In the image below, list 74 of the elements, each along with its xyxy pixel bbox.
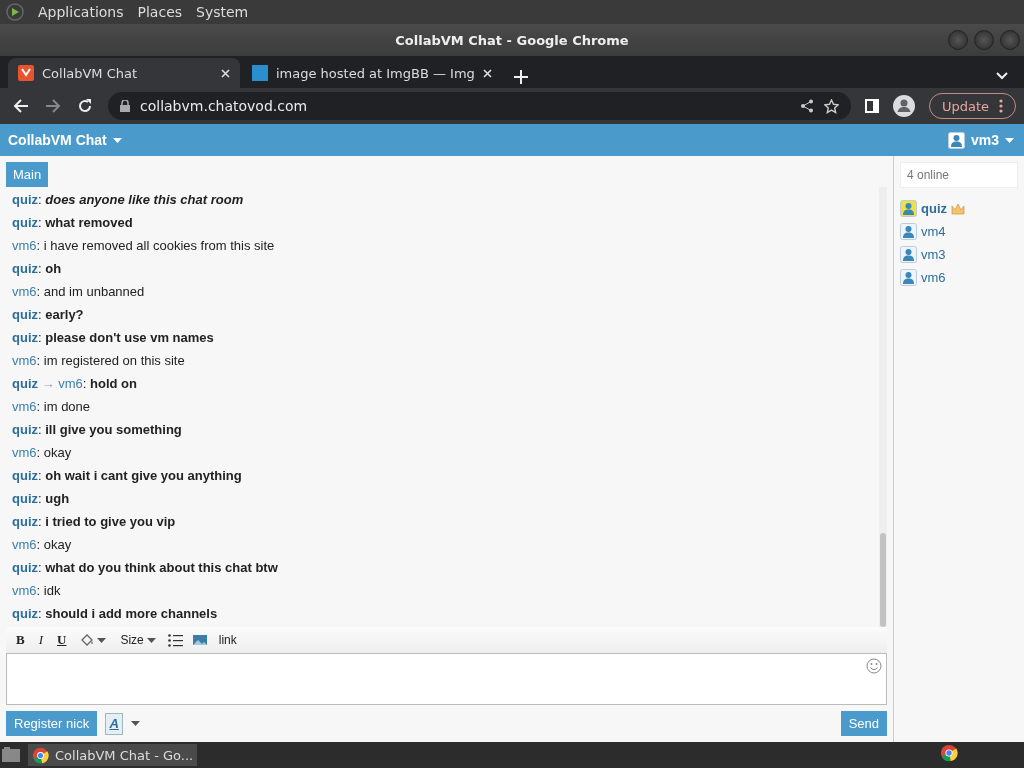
caret-icon xyxy=(146,637,156,643)
chat-message: vm6: i have removed all cookies from this site xyxy=(12,237,276,255)
online-user[interactable]: vm3 xyxy=(900,246,1018,263)
menu-logo-icon[interactable] xyxy=(6,3,24,21)
scrollbar[interactable] xyxy=(879,187,887,627)
user-avatar-icon xyxy=(900,200,917,217)
chat-message: quiz: does anyone like this chat room xyxy=(12,191,245,209)
link-button[interactable]: link xyxy=(216,633,239,647)
chat-message: quiz: please don't use vm names xyxy=(12,329,215,347)
user-avatar-icon xyxy=(900,246,917,263)
new-tab-icon[interactable] xyxy=(513,70,528,84)
font-style-button[interactable]: A xyxy=(105,712,124,735)
size-button[interactable]: Size xyxy=(118,633,158,647)
caret-icon xyxy=(1005,137,1014,143)
tab-list-icon[interactable] xyxy=(996,72,1008,80)
tab-favicon-icon xyxy=(18,65,34,81)
window-title: CollabVM Chat - Google Chrome xyxy=(395,32,629,48)
chrome-tray-icon xyxy=(940,744,958,762)
user-avatar-icon xyxy=(900,269,917,286)
chrome-icon xyxy=(32,746,49,764)
chat-message: quiz: oh wait i cant give you anything xyxy=(12,467,243,485)
online-count: 4 online xyxy=(900,162,1018,188)
caret-icon xyxy=(112,137,122,143)
chat-message: quiz: what removed xyxy=(12,214,134,232)
chat-message: vm6: and im unbanned xyxy=(12,283,146,301)
chat-message: vm6: idk xyxy=(12,582,62,600)
chat-message: quiz: what do you think about this chat btw xyxy=(12,559,279,577)
user-avatar-icon xyxy=(900,223,917,240)
crown-icon xyxy=(951,202,965,215)
panel-menu[interactable]: Applications xyxy=(38,4,124,20)
back-icon[interactable] xyxy=(12,97,30,115)
message-input[interactable] xyxy=(6,653,887,705)
chat-message: quiz: oh xyxy=(12,260,63,278)
list-icon[interactable] xyxy=(167,633,183,647)
chat-message: quiz → vm6: hold on xyxy=(12,375,138,393)
address-bar[interactable]: collabvm.chatovod.com xyxy=(108,92,851,120)
underline-button[interactable]: U xyxy=(55,632,69,648)
chat-message: vm6: okay xyxy=(12,444,73,462)
more-icon xyxy=(999,99,1003,113)
italic-button[interactable]: I xyxy=(36,632,45,648)
share-icon[interactable] xyxy=(799,99,814,113)
browser-tab[interactable]: image hosted at ImgBB — Img xyxy=(242,58,502,88)
online-user[interactable]: vm6 xyxy=(900,269,1018,286)
paint-bucket-icon xyxy=(80,633,95,647)
chat-message: quiz: ugh xyxy=(12,490,71,508)
side-panel-icon[interactable] xyxy=(864,99,879,113)
chat-message: quiz: should i add more channels xyxy=(12,605,219,623)
browser-tab[interactable]: CollabVM Chat xyxy=(8,58,240,88)
chat-message: vm6: okay xyxy=(12,536,73,554)
online-user[interactable]: vm4 xyxy=(900,223,1018,240)
chat-message: vm6: im registered on this site xyxy=(12,352,186,370)
lock-icon xyxy=(120,100,130,112)
chat-message: quiz: i tried to give you vip xyxy=(12,513,177,531)
caret-icon xyxy=(97,637,107,643)
user-avatar-icon xyxy=(947,131,965,149)
chat-message: quiz: ill give you something xyxy=(12,421,183,439)
caret-icon xyxy=(131,721,141,726)
chat-message: quiz: early? xyxy=(12,306,85,324)
smiley-icon[interactable] xyxy=(866,658,882,674)
close-icon[interactable] xyxy=(482,68,492,78)
close-icon[interactable] xyxy=(221,68,230,78)
taskbar-item[interactable]: CollabVM Chat - Go... xyxy=(28,744,198,766)
reload-icon[interactable] xyxy=(76,97,94,115)
image-icon[interactable] xyxy=(192,635,207,645)
panel-menu[interactable]: Places xyxy=(137,4,183,20)
chat-message: vm6: im done xyxy=(12,398,92,416)
show-desktop-icon[interactable] xyxy=(2,747,20,763)
profile-icon[interactable] xyxy=(892,95,915,117)
tab-favicon-icon xyxy=(252,65,268,81)
bold-button[interactable]: B xyxy=(14,632,27,648)
star-icon[interactable] xyxy=(823,98,839,114)
forward-icon[interactable] xyxy=(44,97,62,115)
panel-menu[interactable]: System xyxy=(196,4,249,20)
online-user[interactable]: quiz xyxy=(900,200,1018,217)
